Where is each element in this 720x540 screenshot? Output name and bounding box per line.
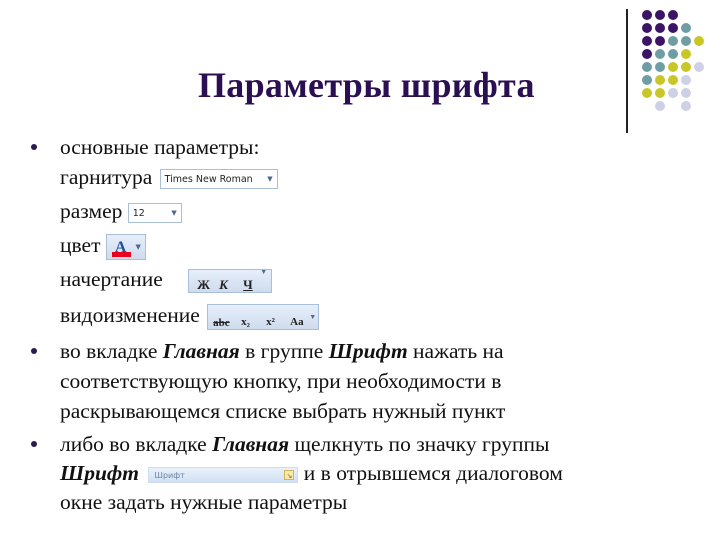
chevron-down-icon[interactable]: ▼ — [260, 259, 267, 285]
font-group-label: Шрифт — [154, 471, 185, 481]
decorative-dot — [668, 62, 678, 72]
chevron-down-icon: ▼ — [267, 175, 273, 184]
title-divider — [626, 9, 628, 133]
param-row-style: начертание Ж К Ч ▼ — [60, 266, 273, 294]
chevron-down-icon[interactable]: ▼ — [309, 304, 316, 330]
decorative-dot — [694, 36, 704, 46]
param-label: начертание — [60, 267, 163, 291]
change-case-button[interactable]: Aa — [290, 309, 303, 335]
decorative-dot — [642, 36, 652, 46]
text: во вкладке — [60, 339, 163, 363]
decorative-dot — [681, 62, 691, 72]
font-name-value: Times New Roman — [164, 174, 253, 186]
bullet-marker — [31, 348, 37, 354]
decorative-dot — [681, 88, 691, 98]
font-group-header: Шрифт ↘ — [148, 467, 299, 484]
bullet-text-cont: Шрифт Шрифт ↘ и в отрывшемся диалоговом — [60, 460, 563, 486]
param-label: размер — [60, 199, 123, 223]
decorative-dot — [668, 36, 678, 46]
dot-grid-decoration — [642, 10, 717, 120]
decorative-dot — [668, 23, 678, 33]
bullet-marker — [31, 441, 37, 447]
group-name-emphasis: Шрифт — [60, 461, 140, 485]
font-color-button[interactable]: A ▼ — [105, 234, 146, 261]
text: нажать на — [407, 339, 504, 363]
bullet-text: во вкладке Главная в группе Шрифт нажать… — [60, 338, 504, 364]
decorative-dot — [655, 10, 665, 20]
group-name-emphasis: Шрифт — [328, 339, 408, 363]
text: щелкнуть по значку группы — [289, 432, 550, 456]
bullet-text-cont: окне задать нужные параметры — [60, 490, 348, 514]
dialog-launcher-icon[interactable]: ↘ — [284, 470, 295, 481]
decorative-dot — [655, 101, 665, 111]
decorative-dot — [681, 101, 691, 111]
decorative-dot — [642, 62, 652, 72]
font-size-value: 12 — [132, 208, 145, 220]
decorative-dot — [655, 62, 665, 72]
decorative-dot — [694, 62, 704, 72]
bullet-marker — [31, 144, 37, 150]
decorative-dot — [668, 10, 678, 20]
font-size-dropdown[interactable]: 12 ▼ — [127, 203, 182, 224]
decorative-dot — [681, 49, 691, 59]
italic-button[interactable]: К — [219, 272, 228, 298]
font-color-swatch — [111, 252, 131, 258]
bullet-text-cont: соответствующую кнопку, при необходимост… — [60, 369, 502, 393]
chevron-down-icon[interactable]: ▼ — [135, 234, 140, 260]
decorative-dot — [642, 75, 652, 85]
param-label: цвет — [60, 233, 101, 257]
text: и в отрывшемся диалоговом — [298, 461, 563, 485]
chevron-down-icon: ▼ — [171, 209, 177, 218]
decorative-dot — [655, 23, 665, 33]
decorative-dot — [655, 36, 665, 46]
bullet-text: либо во вкладке Главная щелкнуть по знач… — [60, 431, 549, 457]
param-row-size: размер 12 ▼ — [60, 198, 182, 224]
underline-button[interactable]: Ч — [243, 272, 253, 298]
decorative-dot — [668, 88, 678, 98]
param-label: гарнитура — [60, 165, 153, 189]
decorative-dot — [655, 75, 665, 85]
param-row-typeface: гарнитура Times New Roman ▼ — [60, 164, 278, 190]
decorative-dot — [681, 23, 691, 33]
strikethrough-button[interactable]: abc — [213, 310, 230, 336]
font-color-icon: A — [114, 239, 127, 257]
font-effects-group: abc x₂ x² Aa ▼ — [207, 304, 320, 331]
decorative-dot — [668, 49, 678, 59]
decorative-dot — [642, 88, 652, 98]
bullet-text: основные параметры: — [60, 135, 260, 159]
subscript-button[interactable]: x₂ — [241, 309, 250, 335]
param-label: видоизменение — [60, 303, 200, 327]
slide-title: Параметры шрифта — [198, 65, 535, 105]
text: либо во вкладке — [60, 432, 213, 456]
decorative-dot — [642, 23, 652, 33]
superscript-button[interactable]: x² — [266, 309, 275, 335]
text: в группе — [239, 339, 329, 363]
decorative-dot — [668, 75, 678, 85]
decorative-dot — [681, 75, 691, 85]
tab-name-emphasis: Главная — [162, 339, 240, 363]
bullet-text-cont: раскрывающемся списке выбрать нужный пун… — [60, 399, 506, 423]
decorative-dot — [642, 49, 652, 59]
decorative-dot — [655, 49, 665, 59]
param-row-effects: видоизменение abc x₂ x² Aa ▼ — [60, 302, 320, 331]
decorative-dot — [642, 10, 652, 20]
bold-button[interactable]: Ж — [197, 272, 210, 298]
param-row-color: цвет A ▼ — [60, 232, 146, 261]
font-name-dropdown[interactable]: Times New Roman ▼ — [159, 169, 278, 190]
decorative-dot — [681, 36, 691, 46]
tab-name-emphasis: Главная — [212, 432, 290, 456]
decorative-dot — [655, 88, 665, 98]
font-style-group: Ж К Ч ▼ — [188, 268, 273, 294]
